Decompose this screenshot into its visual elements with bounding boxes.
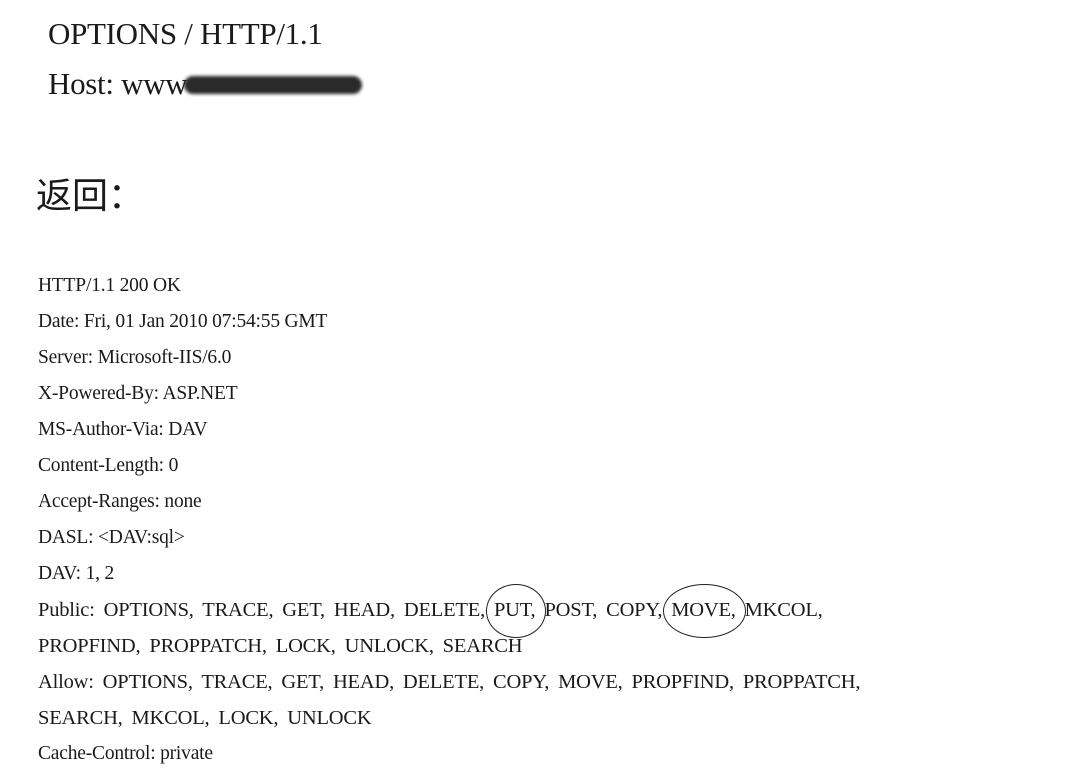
document-page: OPTIONS / HTTP/1.1 Host: www 返回： HTTP/1.… xyxy=(0,0,1084,774)
request-host-line: Host: www xyxy=(48,66,363,102)
circled-put-method: PUT, xyxy=(486,584,545,638)
response-server: Server: Microsoft-IIS/6.0 xyxy=(38,347,232,368)
response-date: Date: Fri, 01 Jan 2010 07:54:55 GMT xyxy=(38,311,328,332)
request-method-line: OPTIONS / HTTP/1.1 xyxy=(48,16,323,51)
public-methods-part-3: MKCOL, xyxy=(744,599,823,621)
response-allow-line-1: Allow: OPTIONS, TRACE, GET, HEAD, DELETE… xyxy=(38,671,861,693)
response-content-length: Content-Length: 0 xyxy=(38,455,179,476)
response-dasl: DASL: <DAV:sql> xyxy=(38,527,185,548)
public-methods-part-2: POST, COPY, xyxy=(544,599,663,621)
return-label: 返回： xyxy=(36,176,145,217)
http-response: HTTP/1.1 200 OK Date: Fri, 01 Jan 2010 0… xyxy=(38,268,1058,772)
response-public-line-2: PROPFIND, PROPPATCH, LOCK, UNLOCK, SEARC… xyxy=(38,635,523,657)
response-public-line-1: Public: OPTIONS, TRACE, GET, HEAD, DELET… xyxy=(38,584,1058,638)
redacted-hostname xyxy=(184,75,363,94)
host-label: Host: www xyxy=(48,66,188,101)
response-allow-line-2: SEARCH, MKCOL, LOCK, UNLOCK xyxy=(38,707,372,729)
circled-move-method: MOVE, xyxy=(663,584,747,638)
response-cache-control: Cache-Control: private xyxy=(38,743,213,764)
response-powered-by: X-Powered-By: ASP.NET xyxy=(38,383,238,404)
response-accept-ranges: Accept-Ranges: none xyxy=(38,491,202,512)
response-dav: DAV: 1, 2 xyxy=(38,563,115,584)
public-methods-part-1: Public: OPTIONS, TRACE, GET, HEAD, DELET… xyxy=(38,599,486,621)
response-status: HTTP/1.1 200 OK xyxy=(38,275,181,296)
response-author-via: MS-Author-Via: DAV xyxy=(38,419,208,440)
